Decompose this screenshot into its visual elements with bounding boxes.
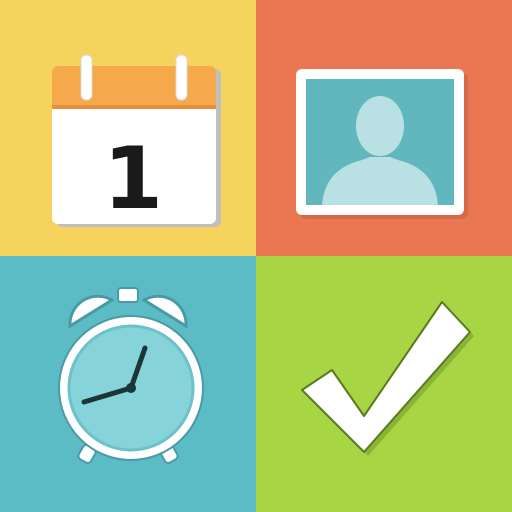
task-tile-svg: [256, 256, 512, 512]
calendar-tile: 1: [0, 0, 256, 256]
task-tile: [256, 256, 512, 512]
calendar-tile-svg: 1: [0, 0, 256, 256]
task-tile-background: [256, 256, 512, 512]
alarm-tile-svg: [0, 256, 256, 512]
calendar-icon: 1: [52, 54, 221, 229]
calendar-day-number: 1: [103, 129, 163, 229]
contact-tile: [256, 0, 512, 256]
app-icon: 1: [0, 0, 512, 512]
contact-photo-icon: [296, 69, 468, 219]
contact-tile-svg: [256, 0, 512, 256]
alarm-tile: [0, 256, 256, 512]
